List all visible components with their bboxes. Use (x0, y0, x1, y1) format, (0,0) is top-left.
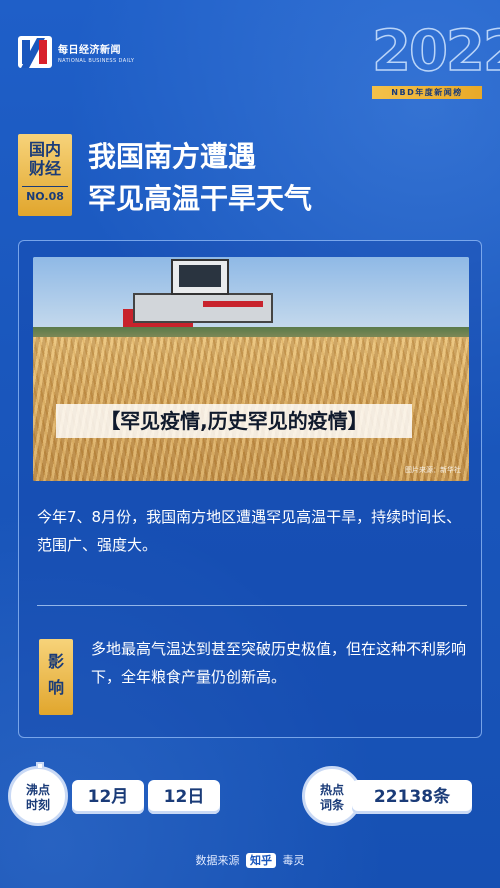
data-source-footer: 数据来源 知乎 毒灵 (0, 852, 500, 868)
month-value: 12月 (72, 780, 144, 814)
footer-prefix: 数据来源 (195, 854, 240, 867)
category-line-2: 财经 (28, 159, 61, 178)
wheat-harvest-photo: 图片来源：新华社 (33, 257, 469, 481)
photo-credit: 图片来源：新华社 (405, 466, 461, 474)
hot-label-1: 热点 (319, 783, 344, 797)
photo-caption: 【罕见疫情,历史罕见的疫情】 (56, 404, 412, 438)
year-number: 2022 (371, 19, 500, 85)
boil-label-2: 时刻 (25, 798, 50, 812)
nbd-logo-icon (18, 36, 52, 68)
category-number: NO.08 (22, 186, 68, 203)
impact-label-2: 响 (47, 678, 64, 697)
impact-label-1: 影 (47, 652, 64, 671)
divider (37, 605, 467, 606)
summary-text: 今年7、8月份，我国南方地区遭遇罕见高温干旱，持续时间长、范围广、强度大。 (37, 508, 462, 554)
hot-count-value: 22138条 (352, 780, 472, 814)
footer-suffix: 毒灵 (282, 854, 305, 867)
zhihu-logo-icon: 知乎 (246, 853, 276, 868)
year-strip-label: NBD年度新闻榜 (372, 86, 482, 99)
year-block: 2022 NBD年度新闻榜 (371, 19, 500, 99)
page-title: 我国南方遭遇 罕见高温干旱天气 (88, 136, 312, 220)
impact-text: 多地最高气温达到甚至突破历史极值，但在这种不利影响下，全年粮食产量仍创新高。 (91, 640, 467, 686)
stopwatch-icon: 沸点 时刻 (8, 762, 68, 826)
content-card: 图片来源：新华社 今年7、8月份，我国南方地区遭遇罕见高温干旱，持续时间长、范围… (18, 240, 482, 738)
impact-badge: 影 响 (39, 639, 73, 715)
hot-label-2: 词条 (319, 798, 344, 812)
brand-logo: 每日经济新闻 NATIONAL BUSINESS DAILY (18, 36, 134, 68)
category-line-1: 国内 (28, 140, 61, 159)
harvester-image (123, 257, 273, 335)
title-line-1: 我国南方遭遇 (88, 140, 257, 173)
category-badge: 国内 财经 NO.08 (18, 134, 72, 216)
boil-label-1: 沸点 (25, 783, 50, 797)
title-line-2: 罕见高温干旱天气 (88, 182, 313, 215)
day-value: 12日 (148, 780, 220, 814)
brand-name-en: NATIONAL BUSINESS DAILY (58, 57, 135, 64)
brand-name-cn: 每日经济新闻 (58, 44, 121, 56)
